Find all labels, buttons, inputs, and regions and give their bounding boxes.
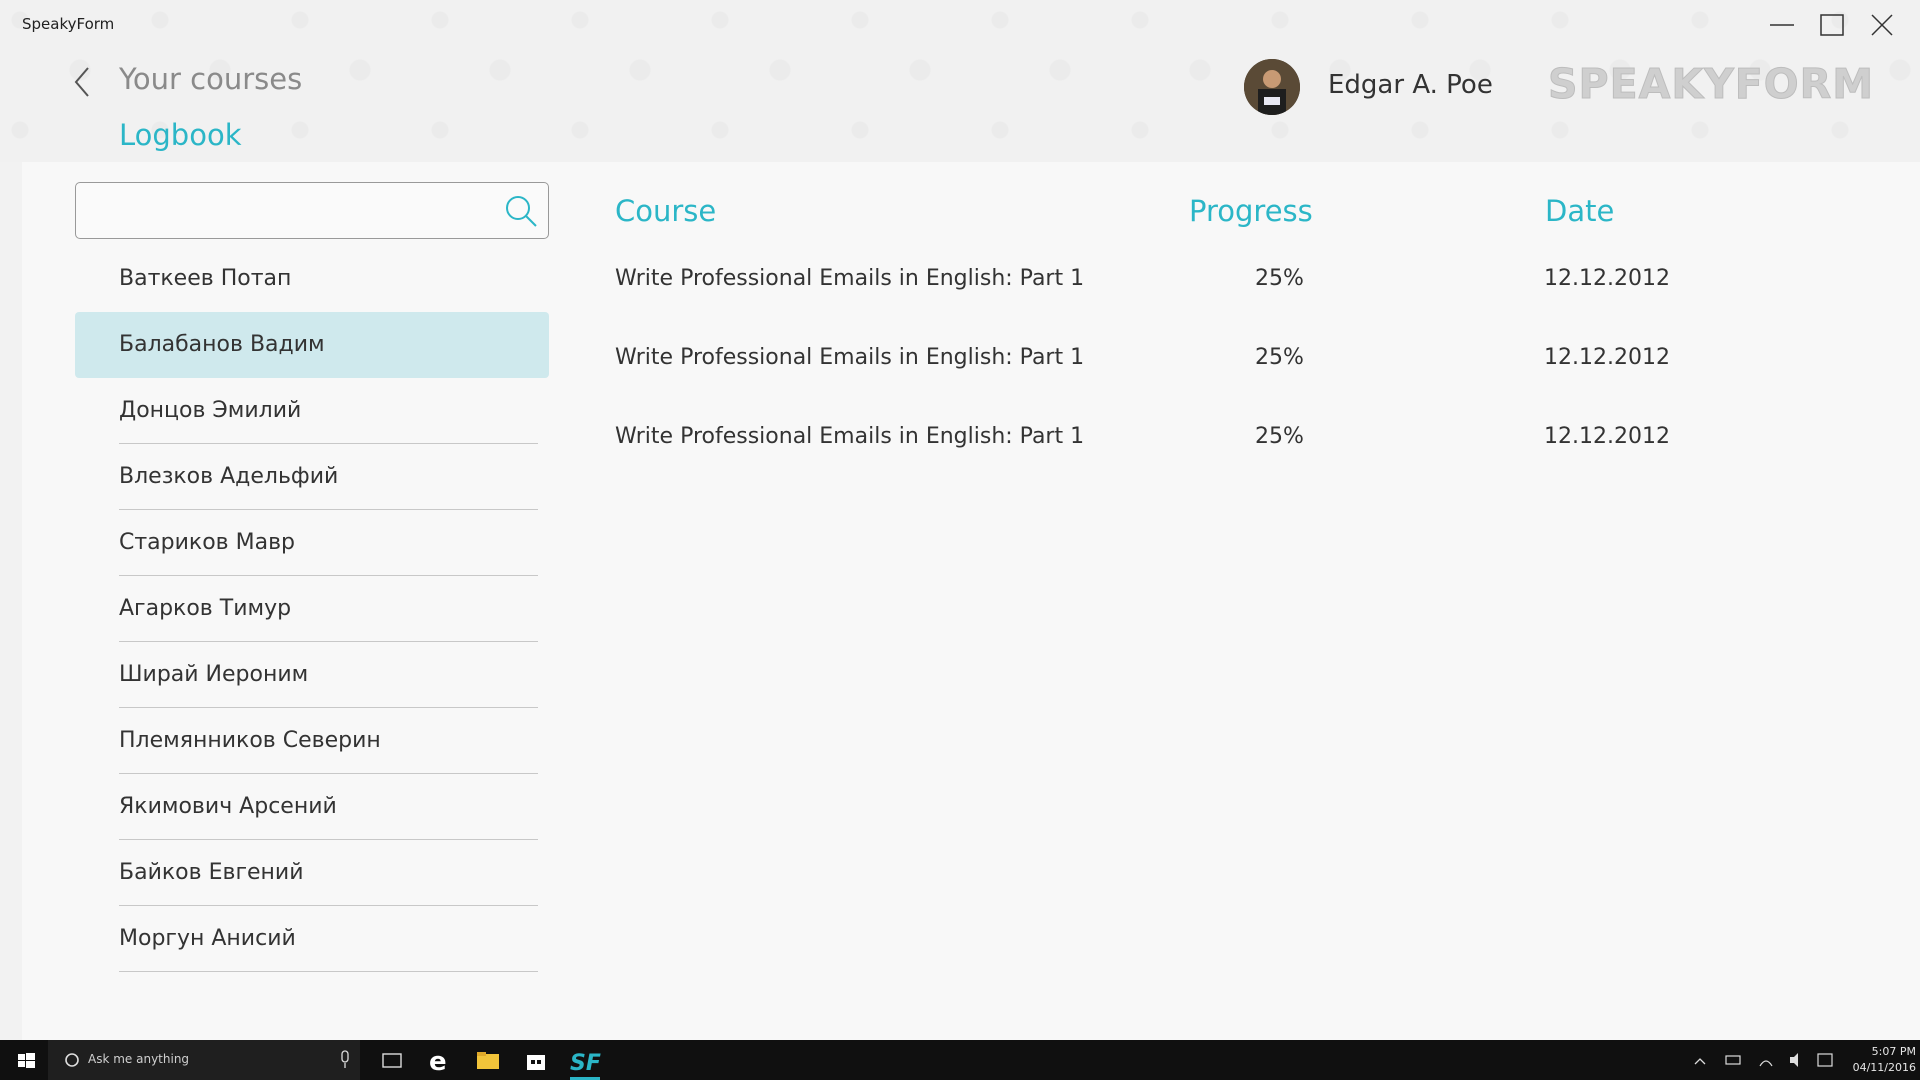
speakyform-app-icon: SF: [570, 1051, 601, 1080]
student-name: Байков Евгений: [119, 860, 304, 885]
student-name: Стариков Мавр: [119, 530, 296, 555]
student-list-item[interactable]: Агарков Тимур: [75, 576, 549, 642]
window-title: SpeakyForm: [22, 15, 115, 33]
minimize-icon: [1770, 24, 1794, 26]
student-list: Ваткеев Потап Балабанов Вадим Донцов Эмили…: [75, 246, 549, 972]
divider: [119, 971, 538, 972]
chevron-up-icon: [1694, 1058, 1706, 1065]
folder-icon: [477, 1052, 499, 1069]
student-list-item[interactable]: Донцов Эмилий: [75, 378, 549, 444]
student-name: Ширай Иероним: [119, 662, 309, 687]
page-title: Logbook: [119, 118, 242, 152]
student-list-item[interactable]: Влезков Адельфий: [75, 444, 549, 510]
table-row[interactable]: Write Professional Emails in English: Pa…: [615, 345, 1715, 385]
user-name[interactable]: Edgar A. Poe: [1328, 70, 1493, 100]
student-name: Агарков Тимур: [119, 596, 292, 621]
taskbar-clock[interactable]: 5:07 PM 04/11/2016: [1853, 1044, 1916, 1076]
chevron-left-icon: [74, 67, 89, 97]
start-button[interactable]: [12, 1046, 40, 1074]
system-tray: [1690, 1040, 1840, 1080]
cell-progress: 25%: [1255, 424, 1304, 449]
svg-text:SF: SF: [570, 1051, 601, 1076]
table-row[interactable]: Write Professional Emails in English: Pa…: [615, 266, 1715, 306]
avatar[interactable]: [1244, 59, 1300, 115]
task-view-icon: [382, 1053, 402, 1068]
student-list-item[interactable]: Стариков Мавр: [75, 510, 549, 576]
minimize-button[interactable]: [1756, 8, 1806, 42]
student-name: Балабанов Вадим: [119, 332, 325, 357]
edge-icon: e: [429, 1047, 447, 1077]
student-list-item[interactable]: Байков Евгений: [75, 840, 549, 906]
cell-progress: 25%: [1255, 266, 1304, 291]
edge-button[interactable]: e: [426, 1046, 454, 1077]
student-name: Племянников Северин: [119, 728, 381, 753]
student-search: [75, 182, 549, 239]
clock-date: 04/11/2016: [1852, 1061, 1916, 1074]
student-name: Моргун Анисий: [119, 926, 296, 951]
search-input[interactable]: [88, 193, 468, 229]
wifi-icon: [1759, 1060, 1773, 1067]
student-list-item[interactable]: Ваткеев Потап: [75, 246, 549, 312]
taskbar-search[interactable]: Ask me anything: [48, 1040, 360, 1080]
cell-course: Write Professional Emails in English: Pa…: [615, 266, 1085, 291]
student-name: Якимович Арсений: [119, 794, 337, 819]
close-button[interactable]: [1856, 8, 1906, 42]
windows-icon: [18, 1053, 35, 1068]
maximize-button[interactable]: [1806, 8, 1856, 42]
task-view-button[interactable]: [378, 1046, 406, 1074]
student-list-item[interactable]: Балабанов Вадим: [75, 312, 549, 378]
volume-icon: [1790, 1053, 1798, 1067]
clock-time: 5:07 PM: [1871, 1045, 1916, 1058]
column-header-date: Date: [1545, 194, 1615, 228]
title-bar: SpeakyForm: [0, 0, 1920, 50]
cell-course: Write Professional Emails in English: Pa…: [615, 424, 1085, 449]
taskbar: Ask me anything e SF 5:07 PM 04/11/2016: [0, 1040, 1920, 1080]
breadcrumb-your-courses[interactable]: Your courses: [119, 62, 302, 96]
student-list-item[interactable]: Моргун Анисий: [75, 906, 549, 972]
microphone-icon: [341, 1050, 349, 1068]
table-row[interactable]: Write Professional Emails in English: Pa…: [615, 424, 1715, 464]
search-icon[interactable]: [502, 192, 540, 230]
cell-date: 12.12.2012: [1544, 345, 1670, 370]
store-button[interactable]: [522, 1046, 550, 1074]
speakyform-logo: SPEAKYFORM: [1547, 60, 1875, 109]
column-header-course: Course: [615, 194, 717, 228]
notification-icon: [1817, 1053, 1833, 1067]
store-bag-icon: [527, 1055, 545, 1070]
battery-icon: [1725, 1055, 1741, 1065]
close-icon: [1871, 14, 1893, 36]
svg-text:e: e: [429, 1047, 447, 1074]
cell-course: Write Professional Emails in English: Pa…: [615, 345, 1085, 370]
maximize-icon: [1820, 14, 1844, 36]
cell-date: 12.12.2012: [1544, 266, 1670, 291]
student-list-item[interactable]: Якимович Арсений: [75, 774, 549, 840]
speakyform-taskbar-button[interactable]: SF: [568, 1046, 604, 1080]
student-list-item[interactable]: Ширай Иероним: [75, 642, 549, 708]
column-header-progress: Progress: [1189, 194, 1313, 228]
back-button[interactable]: [68, 62, 98, 102]
file-explorer-button[interactable]: [474, 1046, 502, 1074]
student-name: Ваткеев Потап: [119, 266, 292, 291]
student-list-item[interactable]: Племянников Северин: [75, 708, 549, 774]
cell-progress: 25%: [1255, 345, 1304, 370]
cortana-icon: [65, 1053, 79, 1067]
cell-date: 12.12.2012: [1544, 424, 1670, 449]
user-photo: [1244, 59, 1300, 115]
student-name: Влезков Адельфий: [119, 464, 339, 489]
student-name: Донцов Эмилий: [119, 398, 302, 423]
taskbar-search-text: Ask me anything: [88, 1052, 190, 1066]
